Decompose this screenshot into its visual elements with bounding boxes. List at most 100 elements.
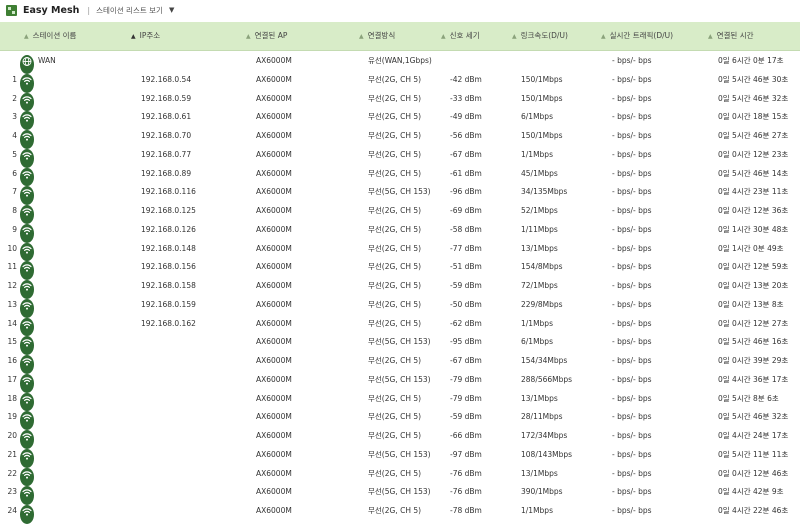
connected-time: 0일 5시간 8분 6초 bbox=[718, 393, 779, 403]
connected-time: 0일 4시간 42분 9초 bbox=[718, 487, 784, 497]
traffic: - bps/- bps bbox=[612, 506, 652, 515]
table-row[interactable]: 1 192.168.0.54 AX6000M 무선(2G, CH 5) -42 dBm 1… bbox=[0, 71, 800, 93]
app-title: Easy Mesh bbox=[23, 4, 80, 16]
traffic: - bps/- bps bbox=[612, 187, 652, 197]
traffic: - bps/- bps bbox=[612, 243, 652, 253]
table-row[interactable]: 3 192.168.0.61 AX6000M 무선(2G, CH 5) -49 dBm 6… bbox=[0, 108, 800, 130]
table-row[interactable]: 15 AX6000M 무선(5G, CH 153) -95 dBm 6/1Mbps - b… bbox=[0, 333, 800, 355]
connected-time: 0일 0시간 39분 29초 bbox=[718, 356, 789, 365]
table-row[interactable]: 8 192.168.0.125 AX6000M 무선(2G, CH 5) -69 dBm… bbox=[0, 202, 800, 224]
table-row[interactable]: 12 192.168.0.158 AX6000M 무선(2G, CH 5) -59 dB… bbox=[0, 277, 800, 299]
link-speed: 150/1Mbps bbox=[521, 131, 563, 140]
table-row[interactable]: 16 AX6000M 무선(2G, CH 5) -67 dBm 154/34Mbps - … bbox=[0, 352, 800, 374]
connected-ap: AX6000M bbox=[256, 356, 292, 365]
connection-type: 무선(5G, CH 153) bbox=[368, 449, 431, 459]
connected-ap: AX6000M bbox=[256, 468, 292, 478]
traffic: - bps/- bps bbox=[612, 318, 652, 328]
wifi-icon bbox=[20, 505, 34, 524]
table-row[interactable]: 9 192.168.0.126 AX6000M 무선(2G, CH 5) -58 dBm… bbox=[0, 221, 800, 243]
connected-ap: AX6000M bbox=[256, 281, 292, 290]
connected-time: 0일 1시간 30분 48초 bbox=[718, 224, 789, 234]
table-row[interactable]: WAN AX6000M 유선(WAN,1Gbps) - bps/- bps 0일 6시간… bbox=[0, 52, 800, 74]
connected-time: 0일 4시간 22분 46초 bbox=[718, 506, 789, 515]
column-header-link-speed[interactable]: ▲ 링크속도(D/U) bbox=[512, 22, 568, 50]
traffic: - bps/- bps bbox=[612, 56, 652, 65]
table-row[interactable]: 18 AX6000M 무선(2G, CH 5) -79 dBm 13/1Mbps - bp… bbox=[0, 390, 800, 412]
sort-triangle-icon: ▲ bbox=[708, 33, 713, 40]
connected-ap: AX6000M bbox=[256, 262, 292, 272]
table-row[interactable]: 4 192.168.0.70 AX6000M 무선(2G, CH 5) -56 dBm 1… bbox=[0, 127, 800, 149]
connected-ap: AX6000M bbox=[256, 149, 292, 159]
table-row[interactable]: 2 192.168.0.59 AX6000M 무선(2G, CH 5) -33 dBm 1… bbox=[0, 90, 800, 112]
table-row[interactable]: 20 AX6000M 무선(2G, CH 5) -66 dBm 172/34Mbps - … bbox=[0, 427, 800, 449]
table-row[interactable]: 24 AX6000M 무선(2G, CH 5) -78 dBm 1/1Mbps - bps… bbox=[0, 502, 800, 524]
ip-address: 192.168.0.89 bbox=[141, 168, 192, 178]
row-number: 6 bbox=[12, 168, 17, 178]
column-header-traffic[interactable]: ▲ 실시간 트래픽(D/U) bbox=[601, 22, 673, 50]
traffic: - bps/- bps bbox=[612, 412, 652, 422]
table-row[interactable]: 11 192.168.0.156 AX6000M 무선(2G, CH 5) -51 dB… bbox=[0, 258, 800, 280]
connection-type: 무선(2G, CH 5) bbox=[368, 431, 422, 440]
traffic: - bps/- bps bbox=[612, 431, 652, 440]
table-row[interactable]: 22 AX6000M 무선(2G, CH 5) -76 dBm 13/1Mbps - bp… bbox=[0, 465, 800, 487]
signal-strength: -76 dBm bbox=[450, 468, 482, 478]
row-number: 20 bbox=[7, 431, 17, 440]
connection-type: 무선(5G, CH 153) bbox=[368, 187, 431, 197]
signal-strength: -66 dBm bbox=[450, 431, 482, 440]
ip-address: 192.168.0.158 bbox=[141, 281, 196, 290]
connected-ap: AX6000M bbox=[256, 318, 292, 328]
connected-time: 0일 1시간 0분 49초 bbox=[718, 243, 784, 253]
table-row[interactable]: 14 192.168.0.162 AX6000M 무선(2G, CH 5) -62 dB… bbox=[0, 315, 800, 337]
connection-type: 무선(2G, CH 5) bbox=[368, 131, 422, 140]
table-row[interactable]: 7 192.168.0.116 AX6000M 무선(5G, CH 153) -96 d… bbox=[0, 183, 800, 205]
link-speed: 72/1Mbps bbox=[521, 281, 558, 290]
table-row[interactable]: 6 192.168.0.89 AX6000M 무선(2G, CH 5) -61 dBm 4… bbox=[0, 165, 800, 187]
table-row[interactable]: 5 192.168.0.77 AX6000M 무선(2G, CH 5) -67 dBm 1… bbox=[0, 146, 800, 168]
connected-ap: AX6000M bbox=[256, 93, 292, 103]
connected-ap: AX6000M bbox=[256, 74, 292, 84]
row-number: 22 bbox=[7, 468, 17, 478]
link-speed: 52/1Mbps bbox=[521, 206, 558, 215]
link-speed: 150/1Mbps bbox=[521, 93, 563, 103]
row-number: 19 bbox=[7, 412, 17, 422]
signal-strength: -79 dBm bbox=[450, 393, 482, 403]
row-number: 15 bbox=[7, 337, 17, 347]
table-row[interactable]: 23 AX6000M 무선(5G, CH 153) -76 dBm 390/1Mbps -… bbox=[0, 483, 800, 505]
connection-type: 무선(5G, CH 153) bbox=[368, 337, 431, 347]
table-row[interactable]: 13 192.168.0.159 AX6000M 무선(2G, CH 5) -50 dB… bbox=[0, 296, 800, 318]
connected-ap: AX6000M bbox=[256, 224, 292, 234]
link-speed: 1/1Mbps bbox=[521, 149, 553, 159]
connected-time: 0일 4시간 36분 17초 bbox=[718, 374, 789, 384]
link-speed: 150/1Mbps bbox=[521, 74, 563, 84]
table-row[interactable]: 10 192.168.0.148 AX6000M 무선(2G, CH 5) -77 dB… bbox=[0, 240, 800, 262]
signal-strength: -77 dBm bbox=[450, 243, 482, 253]
connection-type: 무선(2G, CH 5) bbox=[368, 412, 422, 422]
sort-triangle-icon: ▲ bbox=[359, 33, 364, 40]
row-number: 11 bbox=[7, 262, 17, 272]
traffic: - bps/- bps bbox=[612, 74, 652, 84]
table-row[interactable]: 21 AX6000M 무선(5G, CH 153) -97 dBm 108/143Mbp… bbox=[0, 446, 800, 468]
column-header-connection[interactable]: ▲ 연결방식 bbox=[359, 22, 395, 50]
row-number: 23 bbox=[7, 487, 17, 497]
connected-ap: AX6000M bbox=[256, 487, 292, 497]
column-header-signal[interactable]: ▲ 신호 세기 bbox=[441, 22, 480, 50]
column-header-station[interactable]: ▲ 스테이션 이름 bbox=[24, 22, 76, 50]
traffic: - bps/- bps bbox=[612, 468, 652, 478]
traffic: - bps/- bps bbox=[612, 149, 652, 159]
column-header-ip[interactable]: ▲ IP주소 bbox=[131, 22, 160, 50]
row-number: 1 bbox=[12, 74, 17, 84]
row-number: 5 bbox=[12, 149, 17, 159]
traffic: - bps/- bps bbox=[612, 449, 652, 459]
column-header-connected-time[interactable]: ▲ 연결된 시간 bbox=[708, 22, 754, 50]
signal-strength: -79 dBm bbox=[450, 374, 482, 384]
table-row[interactable]: 19 AX6000M 무선(2G, CH 5) -59 dBm 28/11Mbps - b… bbox=[0, 408, 800, 430]
view-mode-dropdown[interactable]: 스테이션 리스트 보기 ▼ bbox=[96, 5, 174, 16]
traffic: - bps/- bps bbox=[612, 299, 652, 309]
signal-strength: -51 dBm bbox=[450, 262, 482, 272]
table-row[interactable]: 17 AX6000M 무선(5G, CH 153) -79 dBm 288/566Mbp… bbox=[0, 371, 800, 393]
signal-strength: -97 dBm bbox=[450, 449, 482, 459]
connected-ap: AX6000M bbox=[256, 56, 292, 65]
signal-strength: -59 dBm bbox=[450, 412, 482, 422]
column-header-ap[interactable]: ▲ 연결된 AP bbox=[246, 22, 287, 50]
connected-time: 0일 4시간 23분 11초 bbox=[718, 187, 789, 197]
